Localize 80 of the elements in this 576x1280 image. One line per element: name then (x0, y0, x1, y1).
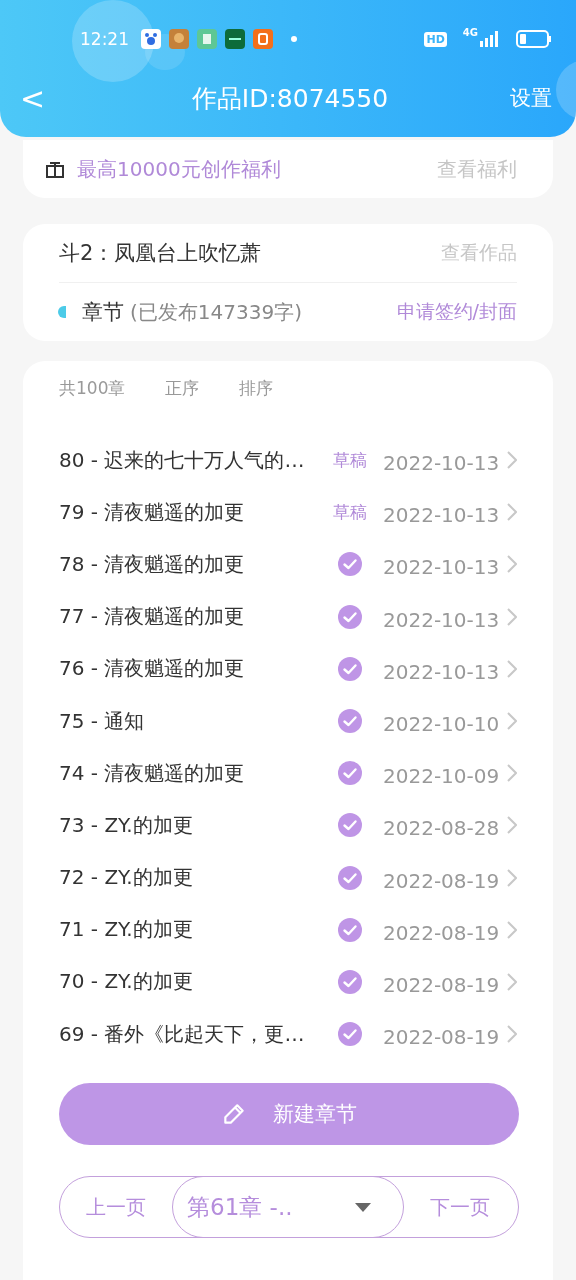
chapter-title: 80 - 迟来的七十万人气的… (59, 446, 306, 474)
chapter-row[interactable]: 79 - 清夜魈遥的加更 草稿 2022-10-13 (59, 486, 517, 539)
chapter-row[interactable]: 74 - 清夜魈遥的加更 2022-10-09 (59, 747, 517, 800)
word-count: (已发布147339字) (130, 298, 302, 326)
chapter-title: 79 - 清夜魈遥的加更 (59, 498, 246, 526)
check-icon (338, 604, 362, 629)
chapter-title: 75 - 通知 (59, 707, 146, 735)
paw-app-icon (141, 29, 161, 49)
check-icon (338, 552, 362, 577)
welfare-text: 最高10000元创作福利 (77, 155, 281, 183)
caret-icon (355, 1202, 371, 1212)
chapter-row[interactable]: 75 - 通知 2022-10-10 (59, 694, 517, 748)
hd-badge: HD (424, 31, 447, 47)
chevron-right-icon (507, 555, 517, 574)
chapter-date: 2022-08-28 (383, 816, 501, 841)
chapter-row[interactable]: 72 - ZY.的加更 2022-08-19 (59, 851, 517, 904)
signal-icon (480, 31, 500, 47)
chapter-row[interactable]: 80 - 迟来的七十万人气的… 草稿 2022-10-13 (59, 434, 517, 487)
chevron-right-icon (507, 659, 517, 678)
notification-dot-icon (291, 36, 297, 42)
draft-tag: 草稿 (333, 448, 367, 472)
game-app-icon (169, 29, 189, 49)
chapter-title: 76 - 清夜魈遥的加更 (59, 655, 246, 683)
chapter-title: 73 - ZY.的加更 (59, 811, 194, 839)
section-marker-icon (58, 306, 66, 318)
chapter-date: 2022-10-13 (383, 555, 501, 580)
shop-app-icon (253, 29, 273, 49)
check-icon (338, 656, 362, 681)
battery-icon (516, 30, 552, 48)
chevron-right-icon (507, 868, 517, 887)
chapter-count: 共100章 (59, 377, 126, 400)
chapter-date: 2022-08-19 (383, 1025, 501, 1050)
check-icon (338, 917, 362, 942)
chevron-right-icon (507, 972, 517, 991)
chevron-right-icon (507, 920, 517, 939)
book-app-icon (197, 29, 217, 49)
gift-icon (45, 159, 65, 179)
chapter-date: 2022-10-09 (383, 764, 501, 789)
chevron-right-icon (507, 1025, 517, 1044)
chapter-row[interactable]: 73 - ZY.的加更 2022-08-28 (59, 799, 517, 852)
chapter-title: 74 - 清夜魈遥的加更 (59, 759, 246, 787)
check-icon (338, 813, 362, 838)
chapter-row[interactable]: 77 - 清夜魈遥的加更 2022-10-13 (59, 590, 517, 643)
chapter-row[interactable]: 69 - 番外《比起天下，更… 2022-08-19 (59, 1008, 517, 1061)
check-icon (338, 969, 362, 994)
chevron-right-icon (507, 503, 517, 522)
check-icon (338, 1022, 362, 1047)
chapter-date: 2022-08-19 (383, 868, 501, 893)
chapter-title: 71 - ZY.的加更 (59, 916, 194, 944)
chapter-date: 2022-10-13 (383, 451, 501, 476)
check-icon (338, 761, 362, 786)
draft-tag: 草稿 (333, 500, 367, 524)
chevron-right-icon (507, 764, 517, 783)
work-title: 斗2：凤凰台上吹忆萧 (59, 240, 262, 267)
chapter-date: 2022-10-13 (383, 607, 501, 632)
chapter-title: 70 - ZY.的加更 (59, 968, 194, 996)
chevron-right-icon (507, 451, 517, 470)
chapter-row[interactable]: 71 - ZY.的加更 2022-08-19 (59, 903, 517, 956)
status-time: 12:21 (80, 29, 129, 49)
chapter-date: 2022-08-19 (383, 920, 501, 945)
chapter-row[interactable]: 78 - 清夜魈遥的加更 2022-10-13 (59, 538, 517, 591)
chapter-title: 77 - 清夜魈遥的加更 (59, 603, 246, 631)
network-label: 4G (462, 27, 478, 38)
store-app-icon (225, 29, 245, 49)
chapter-title: 72 - ZY.的加更 (59, 864, 194, 892)
chapter-date: 2022-10-10 (383, 712, 501, 737)
check-icon (338, 865, 362, 890)
chapter-date: 2022-10-13 (383, 659, 501, 684)
chapter-row[interactable]: 70 - ZY.的加更 2022-08-19 (59, 955, 517, 1009)
chevron-right-icon (507, 712, 517, 731)
chevron-right-icon (507, 816, 517, 835)
check-icon (338, 709, 362, 734)
page-title: 作品ID:8074550 (190, 82, 390, 115)
chapter-date: 2022-10-13 (383, 503, 501, 528)
chapter-title: 78 - 清夜魈遥的加更 (59, 550, 246, 578)
section-label: 章节 (82, 299, 124, 326)
chevron-right-icon (507, 607, 517, 626)
chapter-date: 2022-08-19 (383, 972, 501, 997)
chapter-title: 69 - 番外《比起天下，更… (59, 1020, 306, 1048)
chapter-row[interactable]: 76 - 清夜魈遥的加更 2022-10-13 (59, 642, 517, 695)
